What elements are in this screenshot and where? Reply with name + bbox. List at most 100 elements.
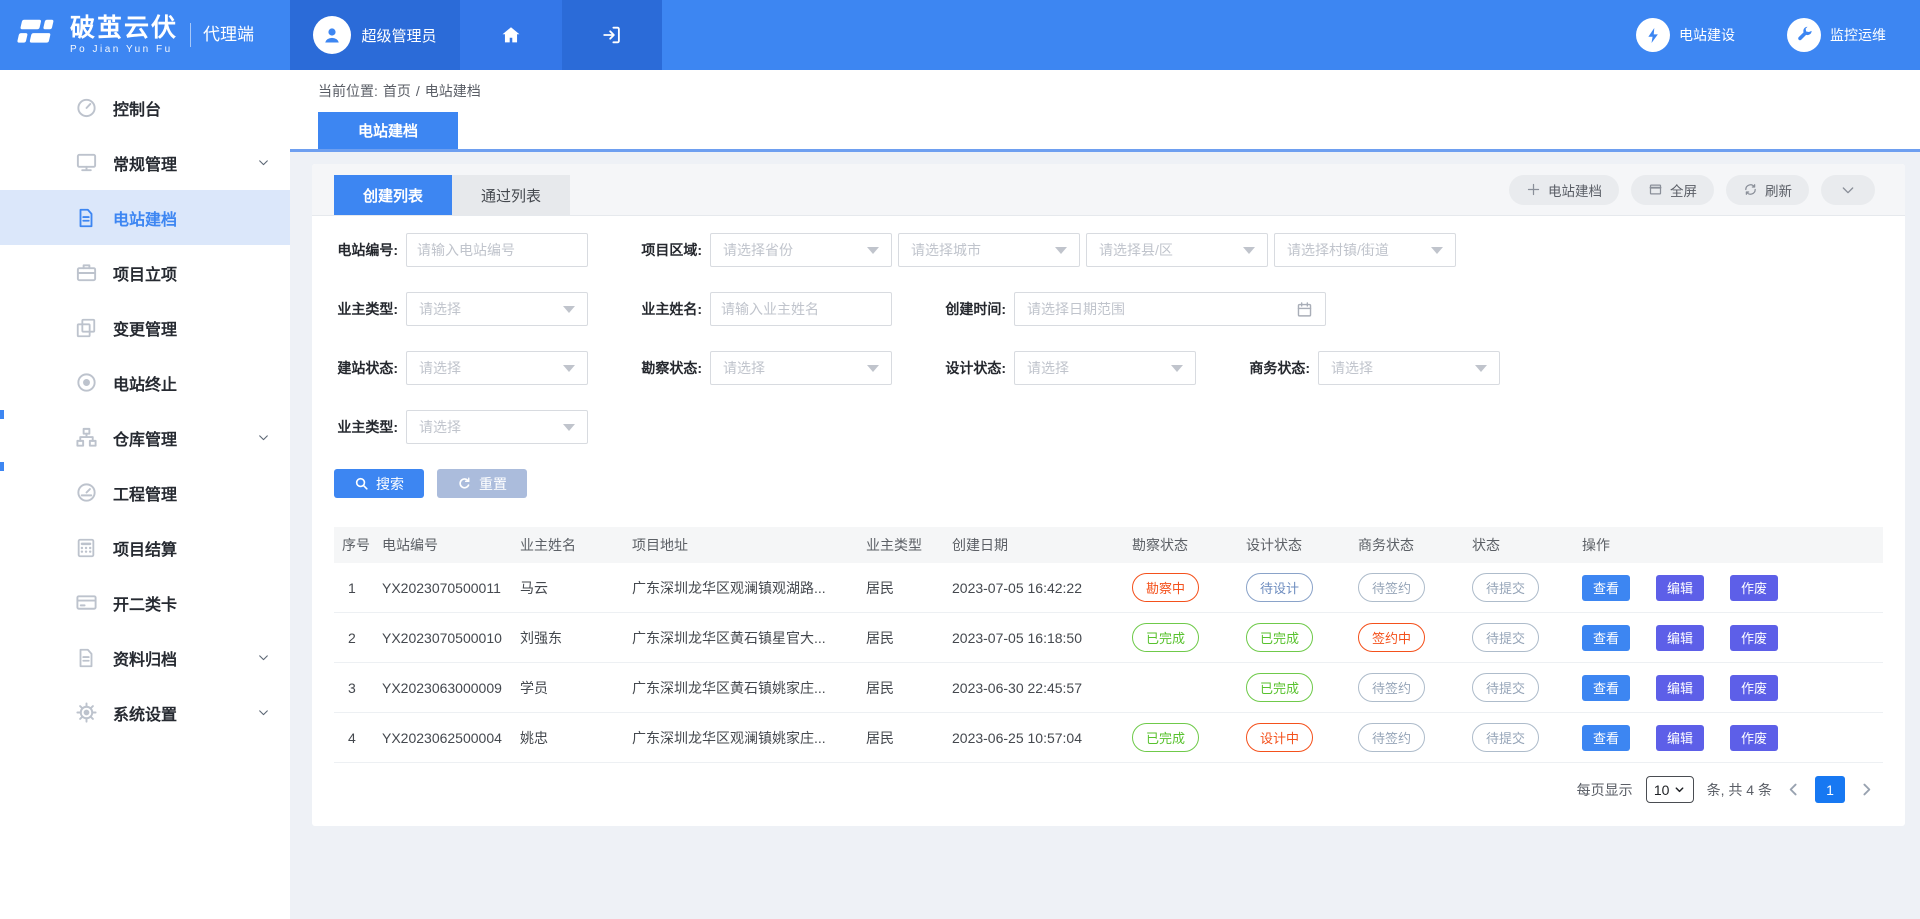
edit-button[interactable]: 编辑 [1656,675,1704,701]
create-time-range-picker[interactable]: 请选择日期范围 [1014,292,1326,326]
survey-status-badge: 已完成 [1132,623,1199,652]
sidebar-item-label: 常规管理 [113,151,177,175]
business-status-select[interactable]: 请选择 [1318,351,1500,385]
sidebar-item-console[interactable]: 控制台 [0,80,290,135]
city-select[interactable]: 请选择城市 [898,233,1080,267]
filter-survey-status: 勘察状态:请选择 [638,351,892,385]
list-tab-strip: 创建列表 通过列表 电站建档全屏刷新 [312,164,1905,216]
edit-button[interactable]: 编辑 [1656,575,1704,601]
sidebar-item-label: 资料归档 [113,646,177,670]
filter-owner-name: 业主姓名: [638,292,892,326]
tab-create-list[interactable]: 创建列表 [334,175,452,215]
filter-label: 项目区域: [638,240,702,260]
edit-button[interactable]: 编辑 [1656,725,1704,751]
sidebar-item-warehouse-management[interactable]: 仓库管理 [0,410,290,465]
business-status-badge: 待签约 [1358,723,1425,752]
page-tab-station-archive[interactable]: 电站建档 [318,112,458,149]
pagination: 每页显示 10 条, 共 4 条 1 [312,776,1875,825]
column-header: 电站编号 [382,535,520,555]
user-menu[interactable]: 超级管理员 [290,0,460,70]
sidebar-item-station-archive[interactable]: 电站建档 [0,190,290,245]
sidebar-item-data-archive[interactable]: 资料归档 [0,630,290,685]
design-status-badge: 设计中 [1246,723,1313,752]
void-button[interactable]: 作废 [1730,725,1778,751]
owner-type-select[interactable]: 请选择 [406,292,588,326]
caret-down-icon [867,365,879,372]
total-count-text: 条, 共 4 条 [1707,780,1772,800]
sidebar-item-system-settings[interactable]: 系统设置 [0,685,290,740]
void-button[interactable]: 作废 [1730,575,1778,601]
toolbar-collapse-button[interactable] [1821,175,1875,205]
header-nav-label: 监控运维 [1830,25,1886,45]
design-cell: 待设计 [1246,573,1358,602]
row-actions: 查看编辑作废 [1582,575,1883,601]
header-nav-station-construction[interactable]: 电站建设 [1636,18,1735,52]
filter-label: 建站状态: [334,358,398,378]
reset-button[interactable]: 重置 [437,469,527,498]
view-button[interactable]: 查看 [1582,675,1630,701]
header-nav-monitoring-operation[interactable]: 监控运维 [1787,18,1886,52]
search-button[interactable]: 搜索 [334,469,424,498]
wrench-icon [1795,26,1814,45]
caret-down-icon [867,247,879,254]
tab-passed-list[interactable]: 通过列表 [452,175,570,215]
town-select[interactable]: 请选择村镇/街道 [1274,233,1456,267]
home-button[interactable] [460,0,562,70]
sidebar-item-engineering-management[interactable]: 工程管理 [0,465,290,520]
void-button[interactable]: 作废 [1730,675,1778,701]
filter-create-time: 创建时间:请选择日期范围 [942,292,1326,326]
sidebar-item-change-management[interactable]: 变更管理 [0,300,290,355]
design-status-select[interactable]: 请选择 [1014,351,1196,385]
owner-name-input[interactable] [710,292,892,326]
station-code-input[interactable] [406,233,588,267]
logout-button[interactable] [562,0,662,70]
briefcase-icon [74,261,98,285]
per-page-value: 10 [1654,782,1670,798]
void-button[interactable]: 作废 [1730,625,1778,651]
select-placeholder: 请选择 [419,358,461,378]
toolbar-create-station-button[interactable]: 电站建档 [1509,175,1619,205]
calendar-icon [1296,301,1313,318]
table-row: 4YX2023062500004姚忠广东深圳龙华区观澜镇姚家庄...居民2023… [334,713,1883,763]
header-nav-label: 电站建设 [1679,25,1735,45]
sidebar-item-label: 项目立项 [113,261,177,285]
per-page-select[interactable]: 10 [1646,776,1694,803]
lightning-icon [1644,26,1663,45]
caret-down-icon [563,306,575,313]
toolbar-refresh-button[interactable]: 刷新 [1726,175,1809,205]
view-button[interactable]: 查看 [1582,725,1630,751]
sidebar-item-project-settlement[interactable]: 项目结算 [0,520,290,575]
next-page-button[interactable] [1858,781,1875,798]
logo: 破茧云伏 Po Jian Yun Fu 代理端 [0,0,290,70]
column-header: 项目地址 [632,535,866,555]
no-cell: 1 [334,580,382,596]
app-subtitle: Po Jian Yun Fu [70,44,178,55]
filter-build-status: 建站状态: 请选择 [334,351,588,385]
chevron-down-icon [1840,182,1856,198]
sidebar-item-second-class-card[interactable]: 开二类卡 [0,575,290,630]
status-badge: 待提交 [1472,723,1539,752]
survey-status-select[interactable]: 请选择 [710,351,892,385]
build-status-select[interactable]: 请选择 [406,351,588,385]
sidebar-item-general-management[interactable]: 常规管理 [0,135,290,190]
filter-owner-type: 业主类型:请选择 [334,292,588,326]
address-cell: 广东深圳龙华区黄石镇姚家庄... [632,678,866,698]
province-select[interactable]: 请选择省份 [710,233,892,267]
owner-cell: 马云 [520,578,632,598]
sidebar-item-label: 控制台 [113,96,161,120]
view-button[interactable]: 查看 [1582,575,1630,601]
view-button[interactable]: 查看 [1582,625,1630,651]
sidebar-item-station-termination[interactable]: 电站终止 [0,355,290,410]
design-status-badge: 已完成 [1246,623,1313,652]
caret-down-icon [1243,247,1255,254]
page-1-button[interactable]: 1 [1815,776,1845,803]
owner-type-2-select[interactable]: 请选择 [406,410,588,444]
sidebar-item-project-initiation[interactable]: 项目立项 [0,245,290,300]
district-select[interactable]: 请选择县/区 [1086,233,1268,267]
row-actions: 查看编辑作废 [1582,625,1883,651]
edit-button[interactable]: 编辑 [1656,625,1704,651]
column-header: 业主类型 [866,535,952,555]
prev-page-button[interactable] [1785,781,1802,798]
toolbar-fullscreen-button[interactable]: 全屏 [1631,175,1714,205]
archive-icon [74,646,98,670]
